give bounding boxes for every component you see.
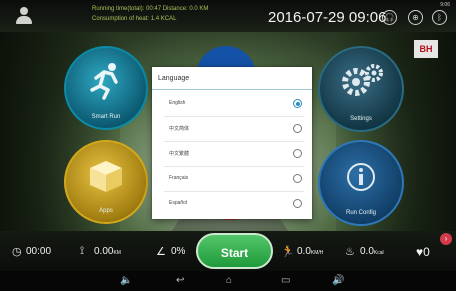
language-option-english[interactable]: English — [152, 92, 312, 117]
treadmill-home-screen: Running time(total): 00:47 Distance: 0.0… — [0, 0, 456, 291]
running-time-stat: Running time(total): 00:47 Distance: 0.0… — [92, 6, 208, 12]
clock-status: 9:06 — [440, 2, 450, 8]
calorie-stat: Consumption of heat: 1.4 KCAL — [92, 16, 176, 22]
user-icon-head — [20, 7, 28, 15]
next-arrow-icon[interactable]: › — [440, 233, 452, 245]
smart-run-label: Smart Run — [91, 114, 121, 120]
volume-up-icon[interactable]: 🔊 — [332, 275, 344, 286]
calories-unit: Kcal — [373, 250, 384, 256]
language-option-spanish[interactable]: Español — [152, 192, 312, 217]
incline-icon: ∠ — [156, 246, 166, 258]
radio-unchecked-icon[interactable] — [293, 149, 302, 158]
radio-unchecked-icon[interactable] — [293, 124, 302, 133]
top-status-bar: Running time(total): 00:47 Distance: 0.0… — [0, 0, 456, 32]
language-option-label: Français — [169, 175, 189, 181]
system-navigation-bar: 🔈 ↩ ⌂ ▭ 🔊 — [0, 271, 456, 291]
running-man-icon — [90, 63, 118, 100]
language-option-chinese-simplified[interactable]: 中文简体 — [152, 117, 312, 142]
settings-label: Settings — [350, 116, 372, 122]
time-value: 00:00 — [26, 246, 52, 257]
run-config-label: Run Config — [345, 210, 377, 216]
radio-unchecked-icon[interactable] — [293, 174, 302, 183]
user-icon[interactable] — [14, 7, 34, 25]
smart-run-tile[interactable]: Smart Run — [64, 46, 148, 130]
dialog-title: Language — [158, 75, 190, 82]
apps-tile[interactable]: Apps — [64, 140, 148, 224]
bluetooth-icon[interactable]: ᛒ — [432, 10, 447, 25]
calories-value: 0.0 — [360, 246, 374, 257]
globe-icon[interactable]: ⊕ — [408, 10, 423, 25]
distance-unit: KM — [113, 250, 121, 256]
distance-stat: 0.00KM — [94, 246, 121, 257]
speed-value: 0.0 — [297, 246, 311, 257]
route-icon: ⟟ — [80, 245, 85, 257]
running-time-value: 00:47 — [146, 6, 162, 12]
info-icon — [347, 163, 375, 191]
language-option-french[interactable]: Français — [152, 167, 312, 192]
bh-logo: BH — [414, 40, 438, 58]
clock-icon: ◷ — [12, 246, 22, 258]
calories-stat: 0.0Kcal — [360, 246, 384, 257]
calorie-label: Consumption of heat: — [92, 16, 150, 22]
apps-box-icon — [90, 161, 122, 192]
user-icon-body — [16, 16, 32, 24]
flame-icon: ♨ — [345, 246, 355, 258]
language-dialog: Language English 中文简体 中文繁體 Français Espa… — [152, 67, 312, 219]
home-icon[interactable]: ⌂ — [226, 275, 232, 286]
speed-unit: KM/H — [310, 250, 324, 256]
run-config-tile[interactable]: Run Config — [318, 140, 404, 226]
start-button[interactable]: Start — [196, 233, 273, 269]
distance-label: Distance: — [162, 6, 188, 12]
language-option-label: English — [169, 100, 186, 106]
back-icon[interactable]: ↩ — [176, 275, 184, 286]
speed-stat: 0.0KM/H — [297, 246, 323, 257]
heart-rate-stat: ♥0 — [416, 245, 430, 259]
radio-unchecked-icon[interactable] — [293, 199, 302, 208]
volume-icon[interactable]: 🔈 — [120, 275, 132, 286]
calorie-value: 1.4 KCAL — [150, 16, 177, 22]
language-option-label: 中文简体 — [169, 126, 190, 132]
language-option-label: Español — [169, 200, 188, 206]
distance-value: 0.0 KM — [189, 6, 209, 12]
headphone-icon[interactable]: 🎧 — [382, 10, 397, 25]
radio-checked-icon[interactable] — [293, 99, 302, 108]
running-time-label: Running time(total): — [92, 6, 145, 12]
heart-rate-value: 0 — [423, 245, 430, 259]
language-option-chinese-traditional[interactable]: 中文繁體 — [152, 142, 312, 167]
apps-label: Apps — [99, 208, 113, 214]
runner-icon: 🏃 — [281, 246, 295, 258]
dialog-title-divider — [152, 89, 312, 90]
recent-apps-icon[interactable]: ▭ — [281, 275, 290, 286]
language-option-label: 中文繁體 — [169, 151, 190, 157]
settings-tile[interactable]: Settings — [318, 46, 404, 132]
date-time-display: 2016-07-29 09:06 — [268, 9, 387, 26]
distance-stat-value: 0.00 — [94, 246, 114, 257]
incline-value: 0% — [171, 246, 186, 257]
gears-icon — [342, 64, 383, 96]
